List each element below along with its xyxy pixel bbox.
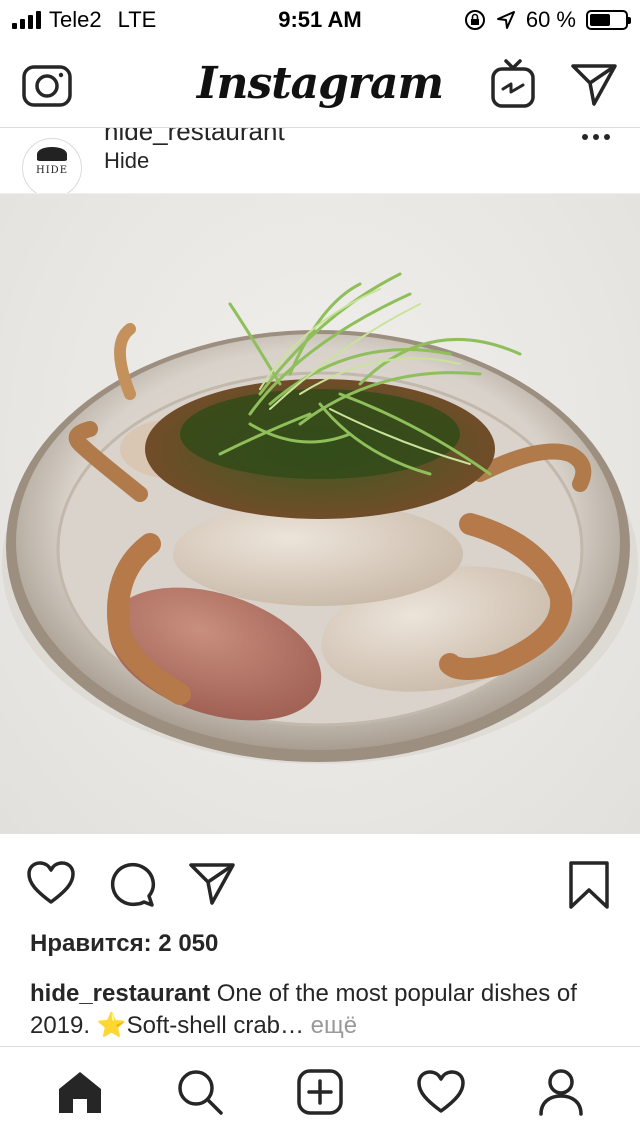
camera-icon <box>22 64 72 107</box>
bookmark-icon <box>569 861 609 909</box>
header-actions <box>490 58 618 109</box>
post-actions <box>0 834 640 930</box>
like-count[interactable]: Нравится: 2 050 <box>30 930 218 958</box>
direct-message-icon <box>571 63 617 106</box>
nav-home[interactable] <box>56 1069 104 1115</box>
clock: 9:51 AM <box>278 7 362 32</box>
nav-search[interactable] <box>176 1068 224 1116</box>
profile-icon <box>539 1068 583 1116</box>
battery-fill <box>590 14 611 26</box>
nav-add-post[interactable] <box>296 1068 344 1116</box>
post-location[interactable]: Hide <box>104 148 149 174</box>
app-header: Instagram <box>0 40 640 128</box>
share-icon <box>189 863 235 905</box>
location-arrow-icon <box>496 11 515 29</box>
signal-icon <box>12 11 41 29</box>
network-label: LTE <box>117 7 157 32</box>
battery-percent: 60 % <box>525 7 576 32</box>
direct-message-button[interactable] <box>570 61 618 107</box>
caption-more-link[interactable]: ещё <box>304 1012 357 1039</box>
add-post-icon <box>297 1068 343 1115</box>
nav-profile[interactable] <box>538 1068 584 1116</box>
comment-icon <box>110 862 156 907</box>
activity-icon <box>417 1069 465 1113</box>
status-left: Tele2 LTE <box>12 7 252 33</box>
post-caption: hide_restaurant One of the most popular … <box>30 978 620 1042</box>
restaurant-logo-icon <box>37 146 67 161</box>
status-right: 60 % <box>388 7 631 33</box>
carrier-label: Tele2 <box>49 7 102 32</box>
igtv-button[interactable] <box>490 58 536 109</box>
search-icon <box>178 1069 223 1115</box>
camera-button[interactable] <box>22 61 72 107</box>
home-icon <box>59 1071 101 1113</box>
battery-icon <box>586 10 631 30</box>
avatar[interactable]: HIDE <box>22 138 82 193</box>
status-bar: Tele2 LTE 9:51 AM 60 % <box>0 0 640 40</box>
more-options-icon[interactable] <box>582 134 610 140</box>
comment-button[interactable] <box>108 860 156 913</box>
bottom-nav <box>0 1046 640 1136</box>
caption-username[interactable]: hide_restaurant <box>30 980 210 1007</box>
dish-illustration <box>2 272 638 764</box>
post-header: HIDE hide_restaurant Hide <box>0 128 640 194</box>
like-button[interactable] <box>26 860 76 911</box>
post-image[interactable] <box>0 194 640 834</box>
post-username[interactable]: hide_restaurant <box>104 128 285 147</box>
igtv-icon <box>491 58 535 108</box>
orientation-lock-icon <box>464 10 485 30</box>
save-button[interactable] <box>568 860 610 915</box>
instagram-logo: Instagram <box>196 58 444 109</box>
share-button[interactable] <box>188 860 236 911</box>
nav-activity[interactable] <box>416 1069 466 1115</box>
heart-icon <box>27 861 75 904</box>
avatar-text: HIDE <box>36 164 68 176</box>
